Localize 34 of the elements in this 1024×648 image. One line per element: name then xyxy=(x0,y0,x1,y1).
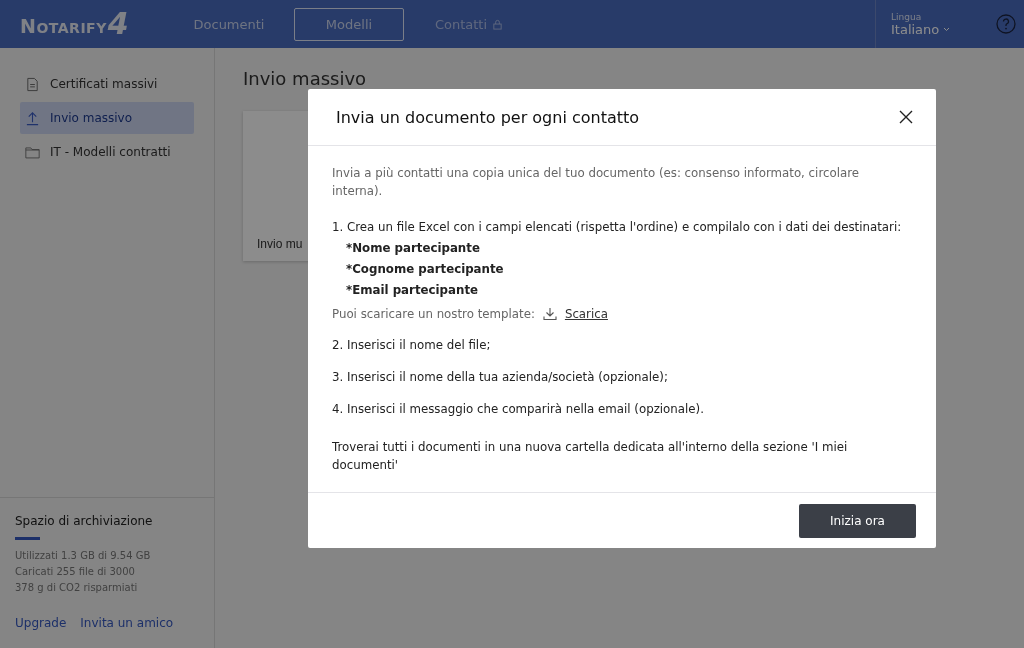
storage-info: Utilizzati 1.3 GB di 9.54 GB xyxy=(15,549,152,563)
intro-text: Invia a più contatti una copia unica del tuo documento (es: consenso informato, circolare interna). xyxy=(332,165,861,200)
template-text: Puoi scaricare un nostro template: xyxy=(332,307,535,321)
note-text: Troverai tutti i documenti in una nuova cartella dedicata all'interno della sezione 'I miei documenti' xyxy=(332,439,849,474)
logo[interactable]: NOTARIFY4 xyxy=(20,11,130,37)
step-text: 4. Inserisci il messaggio che comparirà nella email (opzionale). xyxy=(332,401,705,418)
field-name: *Nome partecipante xyxy=(346,240,481,257)
page-title: Invio massivo xyxy=(243,68,368,89)
dialog-title: Invia un documento per ogni contatto xyxy=(336,107,640,127)
sidebar-item[interactable]: IT - Modelli contratti xyxy=(20,136,194,168)
lock-icon xyxy=(492,18,504,30)
close-icon[interactable] xyxy=(898,109,914,125)
step-text: 1. Crea un file Excel con i campi elencati (rispetta l'ordine) e compilalo con i dati dei destinatari: xyxy=(332,219,903,236)
download-icon xyxy=(542,307,557,321)
upload-icon xyxy=(25,110,40,126)
storage-info: Caricati 255 file di 3000 xyxy=(15,565,136,579)
language-selector[interactable]: Lingua Italiano xyxy=(875,0,996,48)
download-link[interactable]: Scarica xyxy=(564,307,608,321)
storage-link[interactable]: Upgrade xyxy=(15,616,67,630)
caret-icon xyxy=(943,26,951,32)
storage-title: Spazio di archiviazione xyxy=(15,514,154,528)
step-text: 3. Inserisci il nome della tua azienda/società (opzionale); xyxy=(332,369,669,386)
field-name: *Cognome partecipante xyxy=(346,261,505,278)
step-text: 2. Inserisci il nome del file; xyxy=(332,337,492,354)
document-icon xyxy=(25,76,40,92)
storage-link[interactable]: Invita un amico xyxy=(80,616,174,630)
nav-tab[interactable]: Modelli xyxy=(294,7,404,41)
field-name: *Email partecipante xyxy=(346,282,480,299)
sidebar-item[interactable]: Invio massivo xyxy=(20,102,194,134)
storage-info: 378 g di CO2 risparmiati xyxy=(15,581,139,595)
nav-tab[interactable]: Documenti xyxy=(174,7,284,41)
folder-icon xyxy=(25,144,40,160)
start-button[interactable]: Inizia ora xyxy=(799,503,916,538)
sidebar-item[interactable]: Certificati massivi xyxy=(20,68,194,100)
